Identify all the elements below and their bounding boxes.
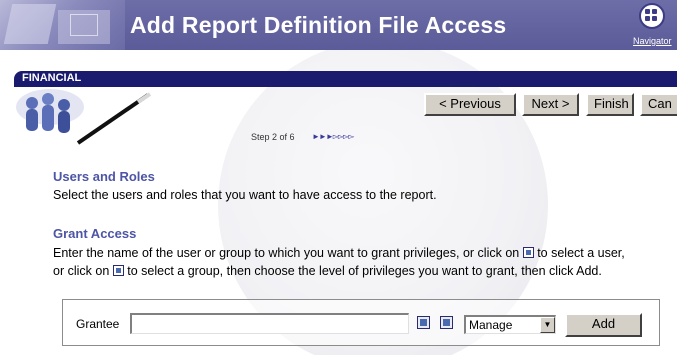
grant-access-text-2b: to select a group, then choose the level… [127,264,602,278]
group-lookup-icon [112,265,124,276]
finish-button[interactable]: Finish [586,93,634,116]
user-lookup-icon [522,247,534,258]
privilege-selected: Manage [469,318,513,332]
grant-access-text-2a: or click on [53,264,110,278]
cancel-button[interactable]: Can [640,93,677,116]
user-lookup-icon[interactable] [417,316,430,329]
section-label: FINANCIAL [22,72,82,84]
grantee-label: Grantee [76,317,120,331]
grant-access-text-1b: to select a user, [537,246,625,260]
navigator-link[interactable]: Navigator [633,36,672,46]
grant-access-line-2: or click on to select a group, then choo… [53,264,602,278]
users-roles-heading: Users and Roles [53,169,155,184]
users-roles-description: Select the users and roles that you want… [53,188,437,202]
navigator-icon[interactable] [639,3,665,29]
previous-button[interactable]: < Previous [424,93,516,116]
next-button[interactable]: Next > [522,93,579,116]
grant-access-line-1: Enter the name of the user or group to w… [53,246,625,260]
section-bar: FINANCIAL [14,71,677,87]
step-progress-arrows: ►►►▻▻▻▻ [312,132,354,141]
chevron-down-icon[interactable]: ▼ [540,317,555,333]
page-banner: Add Report Definition File Access Naviga… [0,0,677,50]
step-indicator: Step 2 of 6 [251,132,295,142]
page-title: Add Report Definition File Access [130,12,507,38]
privilege-select[interactable]: Manage ▼ [464,315,556,334]
add-button[interactable]: Add [565,313,642,337]
group-lookup-icon[interactable] [440,316,453,329]
grantee-input[interactable] [130,313,409,334]
wizard-people-icon [16,89,152,145]
grant-access-heading: Grant Access [53,226,137,241]
banner-artwork [0,0,125,50]
grant-access-text-1a: Enter the name of the user or group to w… [53,246,520,260]
